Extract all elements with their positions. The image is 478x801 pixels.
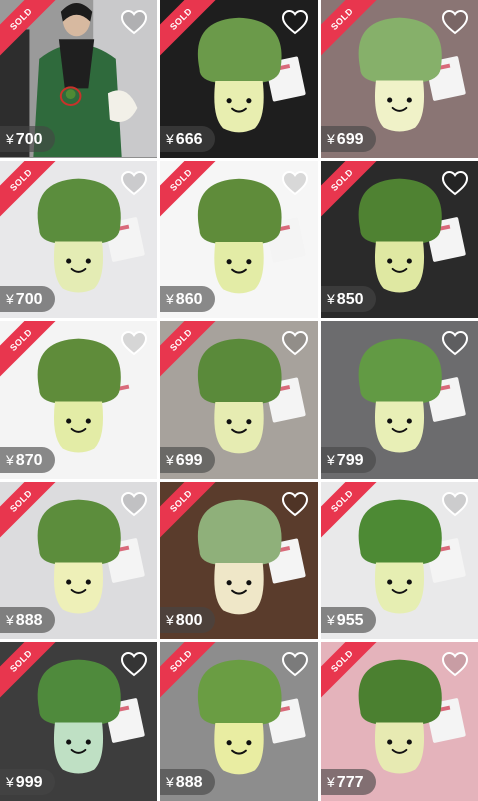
price-tag: ¥800 bbox=[160, 607, 215, 633]
listing-tile[interactable]: SOLD ¥999 bbox=[0, 642, 157, 801]
currency-symbol: ¥ bbox=[6, 774, 14, 790]
price-tag: ¥700 bbox=[0, 126, 55, 152]
price-value: 666 bbox=[175, 131, 203, 148]
price-tag: ¥888 bbox=[160, 769, 215, 795]
price-value: 700 bbox=[15, 291, 43, 308]
currency-symbol: ¥ bbox=[327, 291, 335, 307]
listing-tile[interactable]: ¥799 bbox=[321, 321, 478, 479]
price-tag: ¥700 bbox=[0, 286, 55, 312]
listing-tile[interactable]: SOLD ¥699 bbox=[160, 321, 318, 479]
listing-tile[interactable]: SOLD ¥850 bbox=[321, 161, 478, 318]
listing-tile[interactable]: SOLD ¥699 bbox=[321, 0, 478, 158]
heart-outline-icon[interactable] bbox=[281, 170, 309, 196]
price-tag: ¥850 bbox=[321, 286, 376, 312]
price-value: 799 bbox=[336, 452, 364, 469]
listing-tile[interactable]: SOLD ¥860 bbox=[160, 161, 318, 318]
listing-tile[interactable]: SOLD ¥888 bbox=[160, 642, 318, 801]
price-tag: ¥870 bbox=[0, 447, 55, 473]
heart-outline-icon[interactable] bbox=[441, 651, 469, 677]
heart-outline-icon[interactable] bbox=[281, 9, 309, 35]
heart-outline-icon[interactable] bbox=[441, 330, 469, 356]
price-value: 777 bbox=[336, 774, 364, 791]
heart-outline-icon[interactable] bbox=[120, 330, 148, 356]
heart-outline-icon[interactable] bbox=[120, 9, 148, 35]
price-value: 699 bbox=[175, 452, 203, 469]
currency-symbol: ¥ bbox=[166, 774, 174, 790]
heart-outline-icon[interactable] bbox=[120, 170, 148, 196]
price-tag: ¥955 bbox=[321, 607, 376, 633]
listing-tile[interactable]: SOLD ¥955 bbox=[321, 482, 478, 639]
listing-tile[interactable]: SOLD ¥800 bbox=[160, 482, 318, 639]
price-value: 955 bbox=[336, 612, 364, 629]
price-value: 999 bbox=[15, 774, 43, 791]
price-tag: ¥860 bbox=[160, 286, 215, 312]
price-tag: ¥777 bbox=[321, 769, 376, 795]
currency-symbol: ¥ bbox=[6, 291, 14, 307]
listing-tile[interactable]: SOLD ¥870 bbox=[0, 321, 157, 479]
currency-symbol: ¥ bbox=[327, 452, 335, 468]
price-value: 870 bbox=[15, 452, 43, 469]
listing-tile[interactable]: SOLD ¥700 bbox=[0, 0, 157, 158]
heart-outline-icon[interactable] bbox=[281, 491, 309, 517]
currency-symbol: ¥ bbox=[327, 131, 335, 147]
currency-symbol: ¥ bbox=[166, 452, 174, 468]
currency-symbol: ¥ bbox=[327, 774, 335, 790]
listing-tile[interactable]: SOLD ¥777 bbox=[321, 642, 478, 801]
listing-tile[interactable]: SOLD ¥888 bbox=[0, 482, 157, 639]
heart-outline-icon[interactable] bbox=[120, 491, 148, 517]
listing-grid: SOLD ¥700 SOLD ¥666 SOLD ¥699 SOLD ¥700 SOLD… bbox=[0, 0, 478, 801]
price-tag: ¥699 bbox=[160, 447, 215, 473]
price-value: 888 bbox=[175, 774, 203, 791]
currency-symbol: ¥ bbox=[6, 612, 14, 628]
price-tag: ¥666 bbox=[160, 126, 215, 152]
currency-symbol: ¥ bbox=[327, 612, 335, 628]
heart-outline-icon[interactable] bbox=[281, 330, 309, 356]
heart-outline-icon[interactable] bbox=[441, 170, 469, 196]
currency-symbol: ¥ bbox=[166, 291, 174, 307]
listing-tile[interactable]: SOLD ¥700 bbox=[0, 161, 157, 318]
price-tag: ¥699 bbox=[321, 126, 376, 152]
heart-outline-icon[interactable] bbox=[441, 9, 469, 35]
price-tag: ¥799 bbox=[321, 447, 376, 473]
price-tag: ¥999 bbox=[0, 769, 55, 795]
price-value: 888 bbox=[15, 612, 43, 629]
price-value: 700 bbox=[15, 131, 43, 148]
currency-symbol: ¥ bbox=[166, 131, 174, 147]
price-value: 860 bbox=[175, 291, 203, 308]
currency-symbol: ¥ bbox=[166, 612, 174, 628]
heart-outline-icon[interactable] bbox=[120, 651, 148, 677]
heart-outline-icon[interactable] bbox=[441, 491, 469, 517]
price-value: 699 bbox=[336, 131, 364, 148]
price-tag: ¥888 bbox=[0, 607, 55, 633]
currency-symbol: ¥ bbox=[6, 452, 14, 468]
listing-tile[interactable]: SOLD ¥666 bbox=[160, 0, 318, 158]
currency-symbol: ¥ bbox=[6, 131, 14, 147]
heart-outline-icon[interactable] bbox=[281, 651, 309, 677]
price-value: 850 bbox=[336, 291, 364, 308]
price-value: 800 bbox=[175, 612, 203, 629]
